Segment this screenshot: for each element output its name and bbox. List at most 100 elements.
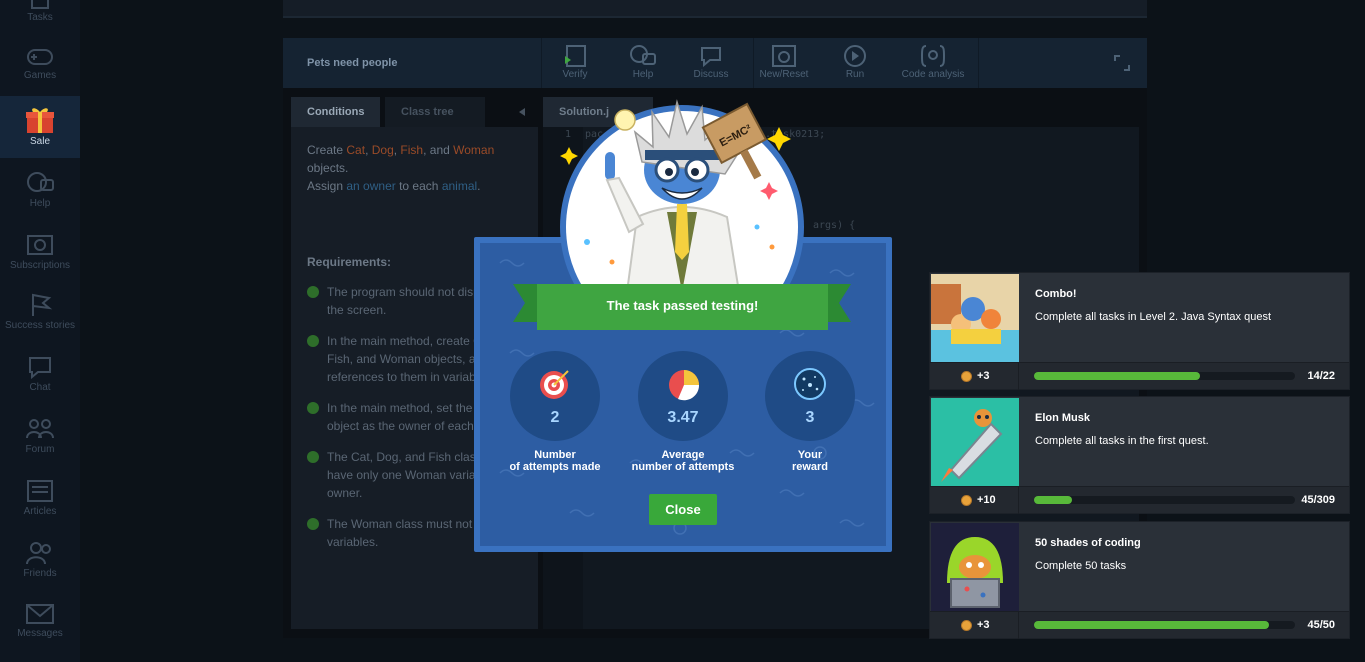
friends-icon [26,542,51,565]
check-icon [307,402,319,414]
sidebar-item-sale[interactable]: Sale [0,96,80,158]
stat-label-line: reward [791,461,829,473]
expand-icon[interactable] [1113,54,1131,72]
close-button[interactable]: Close [649,494,717,525]
sidebar-item-label: Sale [29,136,50,147]
reset-button[interactable]: New/Reset [748,44,820,80]
sidebar-item-label: Tasks [27,12,53,23]
help-bubbles-icon [630,45,656,65]
coin-icon [961,495,972,506]
sidebar-item-chat[interactable]: Chat [0,354,80,414]
text: to each [399,179,439,193]
progress-bar [1034,621,1295,629]
achievement-footer: +10 45/309 [930,486,1349,514]
sidebar-item-games[interactable]: Games [0,44,80,104]
discuss-label: Discuss [693,69,729,80]
sidebar-item-tasks[interactable]: Tasks [0,0,80,48]
sidebar-item-messages[interactable]: Messages [0,602,80,662]
requirements-title: Requirements: [307,255,392,269]
reset-icon [772,45,796,67]
keyword: Fish [400,143,424,157]
achievement-title: 50 shades of coding [1035,537,1141,549]
target-icon [540,370,569,399]
progress-fill [1034,621,1269,629]
link[interactable]: animal [442,179,477,193]
stat-label-line: Average [661,449,705,461]
progress-fill [1034,372,1200,380]
sidebar-item-articles[interactable]: Articles [0,478,80,538]
rocket-achievement-image [931,398,1019,486]
pie-chart-icon [669,370,700,401]
discuss-icon [701,47,721,68]
divider [1018,487,1019,514]
verify-icon [565,45,586,67]
tab-conditions[interactable]: Conditions [291,97,381,127]
run-label: Run [845,69,865,80]
attempts-made-stat: 2 [510,351,600,441]
subscriptions-icon [27,235,53,255]
sidebar-item-subscriptions[interactable]: Subscriptions [0,232,80,292]
conditions-text: Create Cat, Dog, Fish, and Woman objects… [307,143,495,193]
ide-header: Pets need people Verify Help Discuss New… [283,38,1147,88]
keyword: Woman [453,143,495,157]
achievement-card[interactable]: Combo! Complete all tasks in Level 2. Ja… [929,272,1350,390]
achievement-footer: +3 45/50 [930,611,1349,639]
gift-icon [26,108,54,133]
help-label: Help [632,69,654,80]
sidebar-item-label: Games [23,70,57,81]
stat-value: 3 [805,409,815,426]
text: objects. [307,161,349,175]
stat-value: 3.47 [667,409,699,426]
sidebar-item-friends[interactable]: Friends [0,540,80,600]
sidebar-item-label: Success stories [4,320,76,331]
stat-label: Number of attempts made [490,449,620,473]
text: and [429,143,450,157]
link[interactable]: an owner [346,179,395,193]
sidebar-item-label: Articles [23,506,57,517]
stat-label-line: number of attempts [631,461,735,473]
task-title: Pets need people [307,57,398,69]
sidebar-item-label: Forum [25,444,55,455]
verify-button[interactable]: Verify [539,44,611,80]
achievement-card[interactable]: 50 shades of coding Complete 50 tasks +3… [929,521,1350,639]
run-button[interactable]: Run [819,44,891,80]
envelope-icon [26,604,54,624]
progress-fill [1034,496,1073,504]
stat-label-line: Your [797,449,823,461]
collapse-left-icon[interactable] [519,108,527,116]
achievement-description: Complete all tasks in Level 2. Java Synt… [1035,311,1272,323]
progress-bar [1034,496,1295,504]
divider [978,38,979,88]
progress-count: 45/309 [1301,494,1335,506]
check-icon [307,335,319,347]
achievement-footer: +3 14/22 [930,362,1349,390]
achievement-title: Combo! [1035,288,1077,300]
keyword: Dog [371,143,394,157]
stat-label: Average number of attempts [618,449,748,473]
sidebar-item-help[interactable]: Help [0,170,80,230]
chat-icon [29,357,51,380]
combo-achievement-image [931,274,1019,362]
help-button[interactable]: Help [607,44,679,80]
forum-icon [26,419,54,439]
stat-label-line: of attempts made [509,461,601,473]
discuss-button[interactable]: Discuss [675,44,747,80]
sidebar-item-success-stories[interactable]: Success stories [0,292,80,352]
achievement-description: Complete all tasks in the first quest. [1035,435,1209,447]
keyword: Cat [346,143,366,157]
reset-label: New/Reset [759,69,809,80]
sidebar: Tasks Games Sale Help Subscriptions Succ… [0,0,80,662]
help-bubbles-icon [27,172,54,192]
success-banner: The task passed testing! [537,284,828,330]
tab-class-tree[interactable]: Class tree [385,97,485,127]
sidebar-item-forum[interactable]: Forum [0,416,80,476]
achievement-card[interactable]: Elon Musk Complete all tasks in the firs… [929,396,1350,514]
coin-icon [961,371,972,382]
achievement-description: Complete 50 tasks [1035,560,1127,572]
code-analysis-button[interactable]: Code analysis [896,44,970,80]
divider [1018,612,1019,639]
check-icon [307,451,319,463]
achievement-points: +3 [977,370,990,382]
play-icon [844,45,866,67]
sidebar-item-label: Help [29,198,51,209]
